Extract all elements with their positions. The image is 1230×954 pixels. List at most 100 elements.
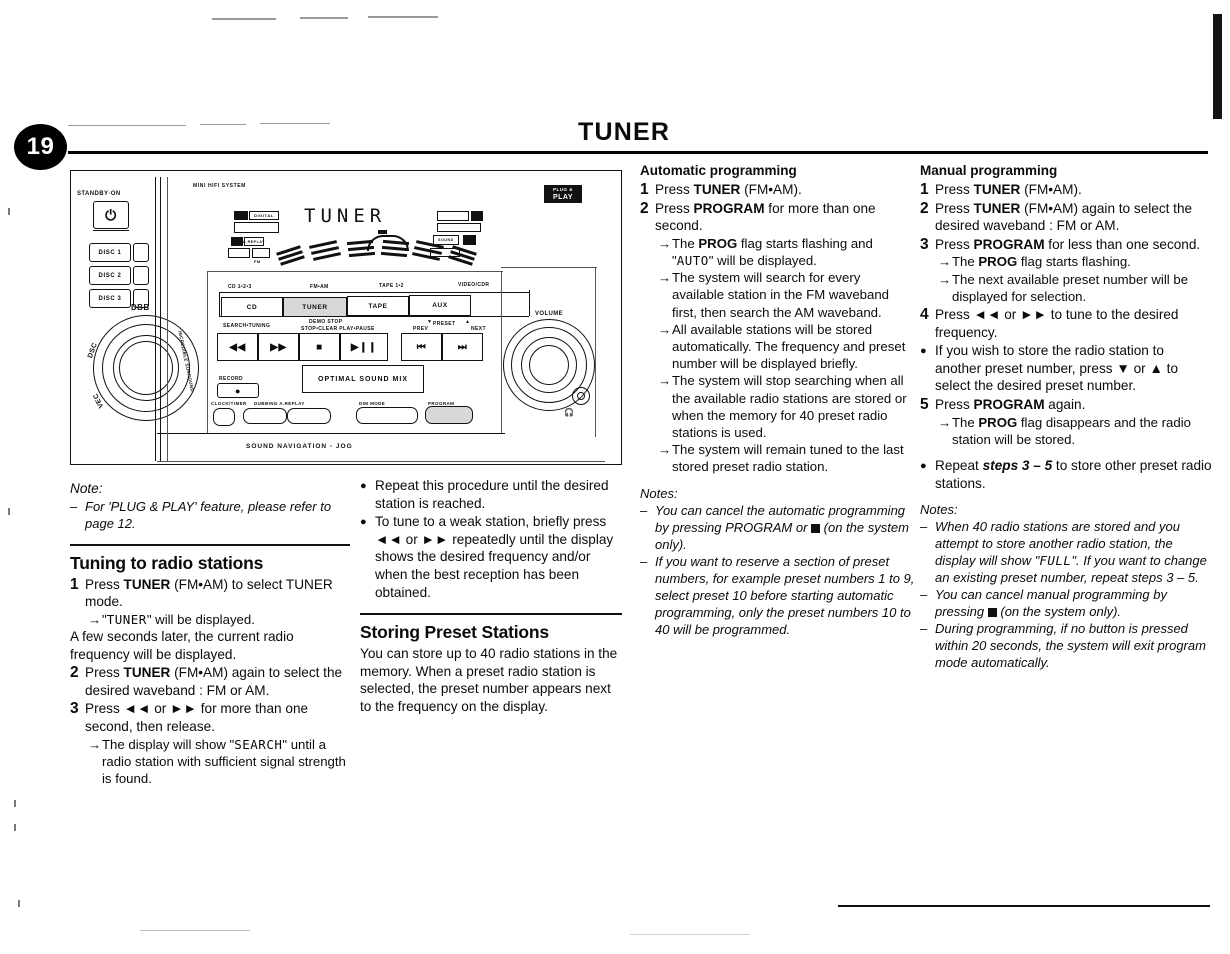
aux-source-button[interactable]: AUX (409, 295, 471, 316)
auto-result-5: → The system will remain tuned to the la… (658, 442, 904, 475)
manual-page: 19 TUNER STANDBY·ON ⏻ DISC 1 DISC 2 DISC… (0, 0, 1230, 954)
step-text: Press TUNER (FM•AM). (935, 182, 1082, 197)
tape-source-button[interactable]: TAPE (347, 296, 409, 316)
section-divider (70, 543, 350, 546)
dash-marker: – (640, 502, 648, 518)
bullet-text: To tune to a weak station, briefly press… (375, 514, 614, 600)
scan-dash (260, 123, 330, 124)
stop-square-icon (811, 523, 821, 533)
bullet-repeat-procedure: ● Repeat this procedure until the desire… (360, 477, 622, 512)
previous-button[interactable]: ⏮ (401, 333, 442, 361)
stop-square-icon (987, 608, 997, 618)
tuner-source-button[interactable]: TUNER (283, 297, 347, 317)
power-icon: ⏻ (105, 207, 117, 223)
notes-heading: Notes: (640, 485, 678, 501)
column-two: Automatic programming 1 Press TUNER (FM•… (640, 163, 916, 638)
column-three: Manual programming 1 Press TUNER (FM•AM)… (920, 163, 1212, 671)
arrow-icon: → (658, 321, 672, 337)
clock-timer-button[interactable] (213, 408, 235, 426)
program-button[interactable] (425, 406, 473, 424)
step-text: Press TUNER (FM•AM) again to select the … (935, 200, 1193, 234)
step-number: 1 (640, 181, 649, 198)
step-text: Press PROGRAM for less than one second. (935, 236, 1201, 252)
prev-label: PREV (413, 326, 429, 332)
step-number: 4 (920, 305, 929, 323)
standby-label: STANDBY·ON (77, 191, 121, 197)
scan-dash (68, 125, 186, 126)
rewind-button[interactable]: ◀◀ (217, 333, 258, 361)
step-text: Press ◄◄ or ►► for more than one second,… (85, 701, 309, 734)
manual-note-2: – You can cancel manual programming by p… (920, 587, 1167, 620)
step-number: 5 (920, 395, 929, 413)
scan-speck (8, 508, 10, 515)
dsc-dial-core (119, 341, 173, 395)
stop-button[interactable]: ■ (299, 333, 340, 361)
storing-body-text: You can store up to 40 radio stations in… (360, 646, 618, 714)
arrow-icon: → (938, 271, 952, 287)
dash-marker: – (70, 498, 78, 514)
header-rule (68, 151, 1208, 154)
cd-source-button[interactable]: CD (221, 297, 283, 317)
auto-result-2: → The system will search for every avail… (658, 270, 889, 320)
bullet-marker: ● (920, 459, 927, 472)
play-pause-button[interactable]: ▶❙❙ (340, 333, 388, 361)
record-button[interactable]: ● (217, 383, 259, 398)
a-replay-button[interactable] (287, 408, 331, 424)
note-text: For 'PLUG & PLAY' feature, please refer … (85, 498, 332, 531)
power-button[interactable]: ⏻ (93, 201, 129, 229)
manual-step5-result: → The PROG flag disappears and the radio… (938, 414, 1191, 447)
previous-icon: ⏮ (416, 341, 427, 353)
step-number: 2 (70, 664, 79, 682)
arrow-icon: → (938, 414, 952, 430)
headphone-jack-hole (577, 392, 585, 400)
auto-note-2: – If you want to reserve a section of pr… (640, 553, 915, 637)
dubbing-replay-label: DUBBING A.REPLAY (254, 401, 305, 406)
section-title-storing: Storing Preset Stations (360, 622, 549, 643)
next-icon: ⏭ (457, 341, 468, 353)
stop-clear-play-pause-label: STOP•CLEAR PLAY•PAUSE (301, 326, 375, 332)
footer-rule (838, 905, 1210, 907)
interlude-text: A few seconds later, the current radio f… (70, 628, 294, 662)
step-3-result: → The display will show "SEARCH" until a… (88, 736, 346, 786)
step-text: Press ◄◄ or ►► to tune to the desired fr… (935, 306, 1179, 340)
fast-forward-button[interactable]: ▶▶ (258, 333, 299, 361)
dash-marker: – (920, 621, 928, 637)
step-number: 1 (920, 181, 929, 198)
sound-navigation-jog-label: SOUND NAVIGATION - JOG (246, 443, 353, 450)
auto-step-2: 2 Press PROGRAM for more than one second… (640, 200, 916, 235)
scan-edge-artifact (1213, 14, 1222, 119)
scan-dash (630, 934, 750, 935)
page-number: 19 (14, 124, 67, 170)
manual-step-1: 1 Press TUNER (FM•AM). (920, 181, 1212, 199)
lcd-readout: TUNER (106, 611, 147, 627)
preset-label: PRESET (433, 321, 456, 327)
bullet-text: If you wish to store the radio station t… (935, 343, 1179, 394)
disc-2-button[interactable]: DISC 2 (89, 266, 131, 285)
step-text: Press TUNER (FM•AM) to select TUNER mode… (85, 576, 333, 610)
dim-mode-label: DIM MODE (359, 401, 386, 406)
dubbing-button[interactable] (243, 408, 287, 424)
record-label: RECORD (219, 376, 244, 382)
dash-marker: – (920, 587, 928, 603)
product-illustration: STANDBY·ON ⏻ DISC 1 DISC 2 DISC 3 MINI H… (70, 170, 622, 465)
disc-1-button[interactable]: DISC 1 (89, 243, 131, 262)
step-number: 2 (640, 199, 649, 217)
lcd-readout: FULL (1039, 553, 1072, 569)
next-button[interactable]: ⏭ (442, 333, 483, 361)
arrow-icon: → (88, 611, 102, 627)
auto-note-1: – You can cancel the automatic programmi… (640, 502, 909, 552)
fast-forward-icon: ▶▶ (270, 341, 287, 353)
auto-result-4: → The system will stop searching when al… (658, 373, 907, 441)
bullet-marker: ● (360, 516, 367, 529)
manual-step3-result-2: → The next available preset number will … (938, 271, 1189, 304)
dim-mode-button[interactable] (356, 407, 418, 424)
demo-stop-label: DEMO STOP (309, 319, 343, 325)
dash-marker: – (640, 553, 648, 569)
step-text: Press TUNER (FM•AM) again to select the … (85, 665, 343, 698)
bullet-marker: ● (920, 345, 927, 358)
rewind-icon: ◀◀ (229, 341, 246, 353)
auto-result-1: → The PROG flag starts flashing and "AUT… (658, 235, 873, 268)
disc-3-button[interactable]: DISC 3 (89, 289, 131, 308)
lcd-readout: SEARCH (234, 736, 283, 752)
scan-speck (14, 800, 16, 807)
